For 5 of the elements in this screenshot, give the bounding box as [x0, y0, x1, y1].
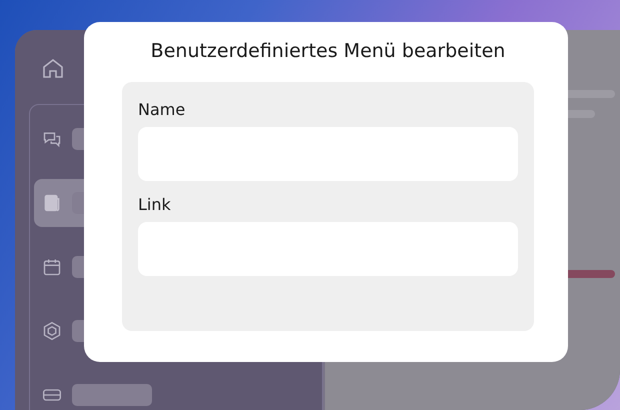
field-label: Link: [138, 195, 171, 214]
dialog-title: Benutzerdefiniertes Menü bearbeiten: [150, 40, 506, 62]
field-label: Name: [138, 100, 186, 119]
hexagon-icon: [42, 319, 62, 343]
home-icon[interactable]: [41, 56, 65, 80]
